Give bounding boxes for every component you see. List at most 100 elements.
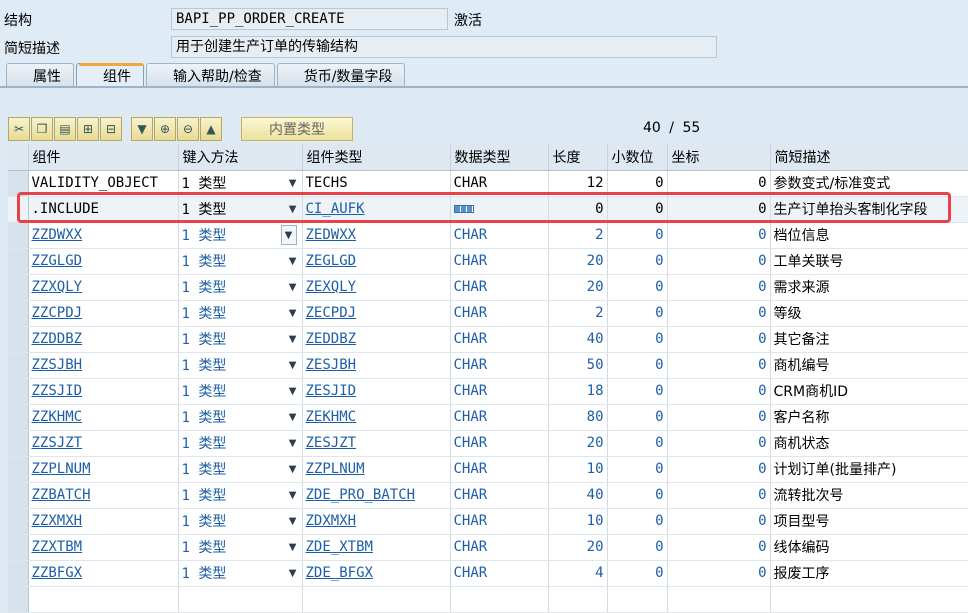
row-selector[interactable] bbox=[8, 404, 29, 431]
table-row[interactable]: ZZSJID 1 类型 ▼ ZESJID CHAR 18 0 0 CRM商机ID bbox=[8, 378, 968, 405]
component-type[interactable]: ZDE_BFGX bbox=[306, 565, 373, 581]
typing-method[interactable]: 1 类型 bbox=[182, 485, 227, 505]
col-header-decimals[interactable]: 小数位 bbox=[607, 144, 668, 171]
typing-method[interactable]: 1 类型 bbox=[182, 251, 227, 271]
chevron-down-icon[interactable]: ▼ bbox=[289, 178, 297, 189]
empty-cell[interactable] bbox=[770, 586, 968, 613]
col-header-comp-type[interactable]: 组件类型 bbox=[302, 144, 451, 171]
chevron-down-icon[interactable]: ▼ bbox=[289, 542, 297, 553]
chevron-down-icon[interactable]: ▼ bbox=[289, 464, 297, 475]
decimals-value[interactable]: 0 bbox=[607, 248, 668, 275]
length-value[interactable]: 40 bbox=[548, 326, 608, 353]
decimals-value[interactable]: 0 bbox=[607, 560, 668, 587]
component-name[interactable]: ZZSJZT bbox=[32, 435, 83, 451]
chevron-down-icon[interactable]: ▼ bbox=[289, 308, 297, 319]
length-value[interactable]: 18 bbox=[548, 378, 608, 405]
length-value[interactable]: 40 bbox=[548, 482, 608, 509]
table-row[interactable]: ZZCPDJ 1 类型 ▼ ZECPDJ CHAR 2 0 0 等级 bbox=[8, 300, 968, 327]
row-selector[interactable] bbox=[8, 534, 29, 561]
length-value[interactable]: 4 bbox=[548, 560, 608, 587]
chevron-down-icon[interactable]: ▼ bbox=[289, 334, 297, 345]
length-value[interactable]: 20 bbox=[548, 430, 608, 457]
empty-cell[interactable] bbox=[28, 586, 179, 613]
cut-icon[interactable]: ✂ bbox=[8, 117, 30, 141]
decimals-value[interactable]: 0 bbox=[607, 404, 668, 431]
chevron-down-icon[interactable]: ▼ bbox=[289, 360, 297, 371]
table-row[interactable]: ZZSJZT 1 类型 ▼ ZESJZT CHAR 20 0 0 商机状态 bbox=[8, 430, 968, 457]
table-row[interactable]: ZZKHMC 1 类型 ▼ ZEKHMC CHAR 80 0 0 客户名称 bbox=[8, 404, 968, 431]
tab-3[interactable]: 货币/数量字段 bbox=[276, 63, 406, 87]
typing-method[interactable]: 1 类型 bbox=[182, 537, 227, 557]
row-selector[interactable] bbox=[8, 586, 29, 613]
component-name[interactable]: ZZXMXH bbox=[32, 513, 83, 529]
table-row[interactable]: ZZBFGX 1 类型 ▼ ZDE_BFGX CHAR 4 0 0 报废工序 bbox=[8, 560, 968, 587]
typing-method[interactable]: 1 类型 bbox=[182, 303, 227, 323]
component-type[interactable]: CI_AUFK bbox=[306, 201, 365, 217]
table-row[interactable]: ZZSJBH 1 类型 ▼ ZESJBH CHAR 50 0 0 商机编号 bbox=[8, 352, 968, 379]
table-row[interactable]: ZZBATCH 1 类型 ▼ ZDE_PRO_BATCH CHAR 40 0 0 … bbox=[8, 482, 968, 509]
typing-method[interactable]: 1 类型 bbox=[182, 433, 227, 453]
empty-cell[interactable] bbox=[302, 586, 451, 613]
component-type[interactable]: ZEGLGD bbox=[306, 253, 357, 269]
length-value[interactable]: 20 bbox=[548, 248, 608, 275]
row-selector[interactable] bbox=[8, 560, 29, 587]
decimals-value[interactable]: 0 bbox=[607, 222, 668, 249]
component-name[interactable]: ZZBFGX bbox=[32, 565, 83, 581]
typing-method[interactable]: 1 类型 bbox=[182, 277, 227, 297]
decimals-value[interactable]: 0 bbox=[607, 300, 668, 327]
filter-icon[interactable]: ▼ bbox=[131, 117, 153, 141]
typing-method[interactable]: 1 类型 bbox=[182, 173, 227, 193]
row-selector[interactable] bbox=[8, 482, 29, 509]
component-type[interactable]: ZEDWXX bbox=[306, 227, 357, 243]
decimals-value[interactable]: 0 bbox=[607, 196, 668, 223]
empty-cell[interactable] bbox=[178, 586, 303, 613]
typing-method[interactable]: 1 类型 bbox=[182, 407, 227, 427]
row-selector[interactable] bbox=[8, 456, 29, 483]
row-selector[interactable] bbox=[8, 352, 29, 379]
table-row[interactable]: VALIDITY_OBJECT 1 类型 ▼ TECHS CHAR 12 0 0 … bbox=[8, 170, 968, 197]
component-name[interactable]: ZZXTBM bbox=[32, 539, 83, 555]
chevron-down-icon[interactable]: ▼ bbox=[289, 412, 297, 423]
typing-method[interactable]: 1 类型 bbox=[182, 381, 227, 401]
decimals-value[interactable]: 0 bbox=[607, 456, 668, 483]
component-type[interactable]: ZESJBH bbox=[306, 357, 357, 373]
length-value[interactable]: 20 bbox=[548, 274, 608, 301]
sort-icon[interactable]: ▲ bbox=[200, 117, 222, 141]
tab-1[interactable]: 组件 bbox=[76, 63, 144, 87]
length-value[interactable]: 80 bbox=[548, 404, 608, 431]
table-row[interactable]: .INCLUDE 1 类型 ▼ CI_AUFK 0 0 0 生产订单抬头客制化字段 bbox=[8, 196, 968, 223]
col-header-data-type[interactable]: 数据类型 bbox=[450, 144, 549, 171]
empty-cell[interactable] bbox=[607, 586, 668, 613]
length-value[interactable]: 50 bbox=[548, 352, 608, 379]
row-selector[interactable] bbox=[8, 248, 29, 275]
decimals-value[interactable]: 0 bbox=[607, 482, 668, 509]
table-row[interactable]: ZZXTBM 1 类型 ▼ ZDE_XTBM CHAR 20 0 0 线体编码 bbox=[8, 534, 968, 561]
chevron-down-icon[interactable]: ▼ bbox=[280, 225, 297, 245]
col-header-method[interactable]: 键入方法 bbox=[178, 144, 303, 171]
tab-2[interactable]: 输入帮助/检查 bbox=[146, 63, 275, 87]
table-row[interactable]: ZZXMXH 1 类型 ▼ ZDXMXH CHAR 10 0 0 项目型号 bbox=[8, 508, 968, 535]
component-type[interactable]: ZDXMXH bbox=[306, 513, 357, 529]
chevron-down-icon[interactable]: ▼ bbox=[289, 438, 297, 449]
insert-row-icon[interactable]: ⊞ bbox=[77, 117, 99, 141]
table-row[interactable]: ZZPLNUM 1 类型 ▼ ZZPLNUM CHAR 10 0 0 计划订单(批… bbox=[8, 456, 968, 483]
chevron-down-icon[interactable]: ▼ bbox=[289, 386, 297, 397]
decimals-value[interactable]: 0 bbox=[607, 534, 668, 561]
component-name[interactable]: ZZGLGD bbox=[32, 253, 83, 269]
decimals-value[interactable]: 0 bbox=[607, 430, 668, 457]
typing-method[interactable]: 1 类型 bbox=[182, 225, 227, 245]
component-name[interactable]: ZZSJID bbox=[32, 383, 83, 399]
typing-method[interactable]: 1 类型 bbox=[182, 563, 227, 583]
typing-method[interactable]: 1 类型 bbox=[182, 511, 227, 531]
component-name[interactable]: ZZXQLY bbox=[32, 279, 83, 295]
row-selector[interactable] bbox=[8, 430, 29, 457]
length-value[interactable]: 2 bbox=[548, 222, 608, 249]
typing-method[interactable]: 1 类型 bbox=[182, 459, 227, 479]
row-selector[interactable] bbox=[8, 508, 29, 535]
chevron-down-icon[interactable]: ▼ bbox=[289, 516, 297, 527]
length-value[interactable]: 10 bbox=[548, 508, 608, 535]
component-type[interactable]: ZDE_PRO_BATCH bbox=[306, 487, 416, 503]
component-name[interactable]: ZZBATCH bbox=[32, 487, 91, 503]
component-type[interactable]: ZECPDJ bbox=[306, 305, 357, 321]
decimals-value[interactable]: 0 bbox=[607, 508, 668, 535]
